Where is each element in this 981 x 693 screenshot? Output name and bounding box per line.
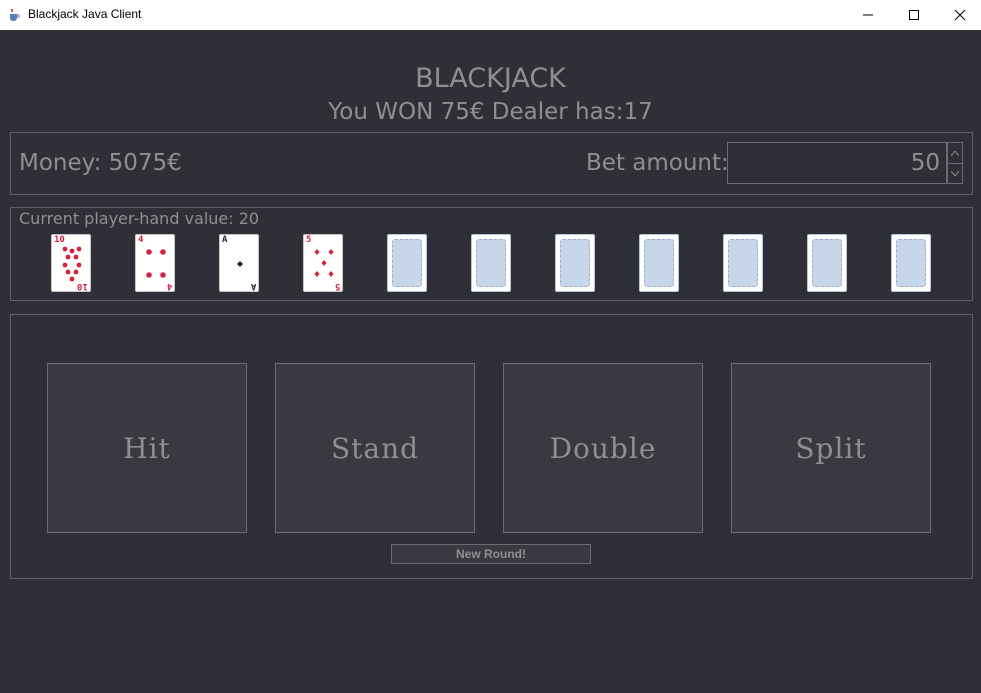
card-back-slot xyxy=(387,234,427,292)
split-button[interactable]: Split xyxy=(731,363,931,533)
maximize-button[interactable] xyxy=(891,0,937,30)
java-app-icon xyxy=(8,7,20,21)
card-back-slot xyxy=(555,234,595,292)
card-5-diamonds: 5 5 xyxy=(303,234,343,292)
card-back-pattern xyxy=(560,239,590,287)
window-titlebar: Blackjack Java Client xyxy=(0,0,981,30)
card-10-hearts: 10 10 xyxy=(51,234,91,292)
minimize-button[interactable] xyxy=(845,0,891,30)
card-back-pattern xyxy=(812,239,842,287)
window-title: Blackjack Java Client xyxy=(28,7,142,21)
maximize-icon xyxy=(909,10,919,20)
card-rank-bottom: 4 xyxy=(166,281,172,291)
card-back-slot xyxy=(639,234,679,292)
money-panel: Money: 5075€ Bet amount: 50 xyxy=(10,132,973,195)
card-rank-bottom: 10 xyxy=(77,281,88,291)
action-panel: Hit Stand Double Split New Round! xyxy=(10,314,973,579)
card-rank-bottom: 5 xyxy=(334,281,340,291)
card-ace-spades: A A xyxy=(219,234,259,292)
spinner-down-icon xyxy=(951,170,959,176)
stand-button[interactable]: Stand xyxy=(275,363,475,533)
player-hand-panel: Current player-hand value: 20 10 10 4 4 … xyxy=(10,207,973,301)
new-round-button[interactable]: New Round! xyxy=(391,544,591,564)
spinner-down-button[interactable] xyxy=(948,163,962,183)
card-back-pattern xyxy=(896,239,926,287)
money-label: Money: 5075€ xyxy=(19,150,182,176)
card-back-slot xyxy=(471,234,511,292)
bet-amount-input[interactable]: 50 xyxy=(727,142,947,184)
spinner-up-button[interactable] xyxy=(948,143,962,164)
card-back-pattern xyxy=(728,239,758,287)
card-4-hearts: 4 4 xyxy=(135,234,175,292)
card-back-pattern xyxy=(476,239,506,287)
card-back-slot xyxy=(891,234,931,292)
close-icon xyxy=(954,9,966,21)
bet-spinner xyxy=(947,142,963,184)
hand-value-label: Current player-hand value: 20 xyxy=(19,209,260,228)
card-back-slot xyxy=(807,234,847,292)
round-status: You WON 75€ Dealer has:17 xyxy=(328,99,653,125)
card-back-slot xyxy=(723,234,763,292)
bet-amount-label: Bet amount: xyxy=(586,150,729,176)
card-back-pattern xyxy=(644,239,674,287)
hit-button[interactable]: Hit xyxy=(47,363,247,533)
minimize-icon xyxy=(863,14,873,16)
double-button[interactable]: Double xyxy=(503,363,703,533)
spinner-up-icon xyxy=(951,150,959,156)
card-rank-bottom: A xyxy=(250,281,256,291)
close-button[interactable] xyxy=(937,0,981,30)
game-title: BLACKJACK xyxy=(415,63,566,94)
card-back-pattern xyxy=(392,239,422,287)
